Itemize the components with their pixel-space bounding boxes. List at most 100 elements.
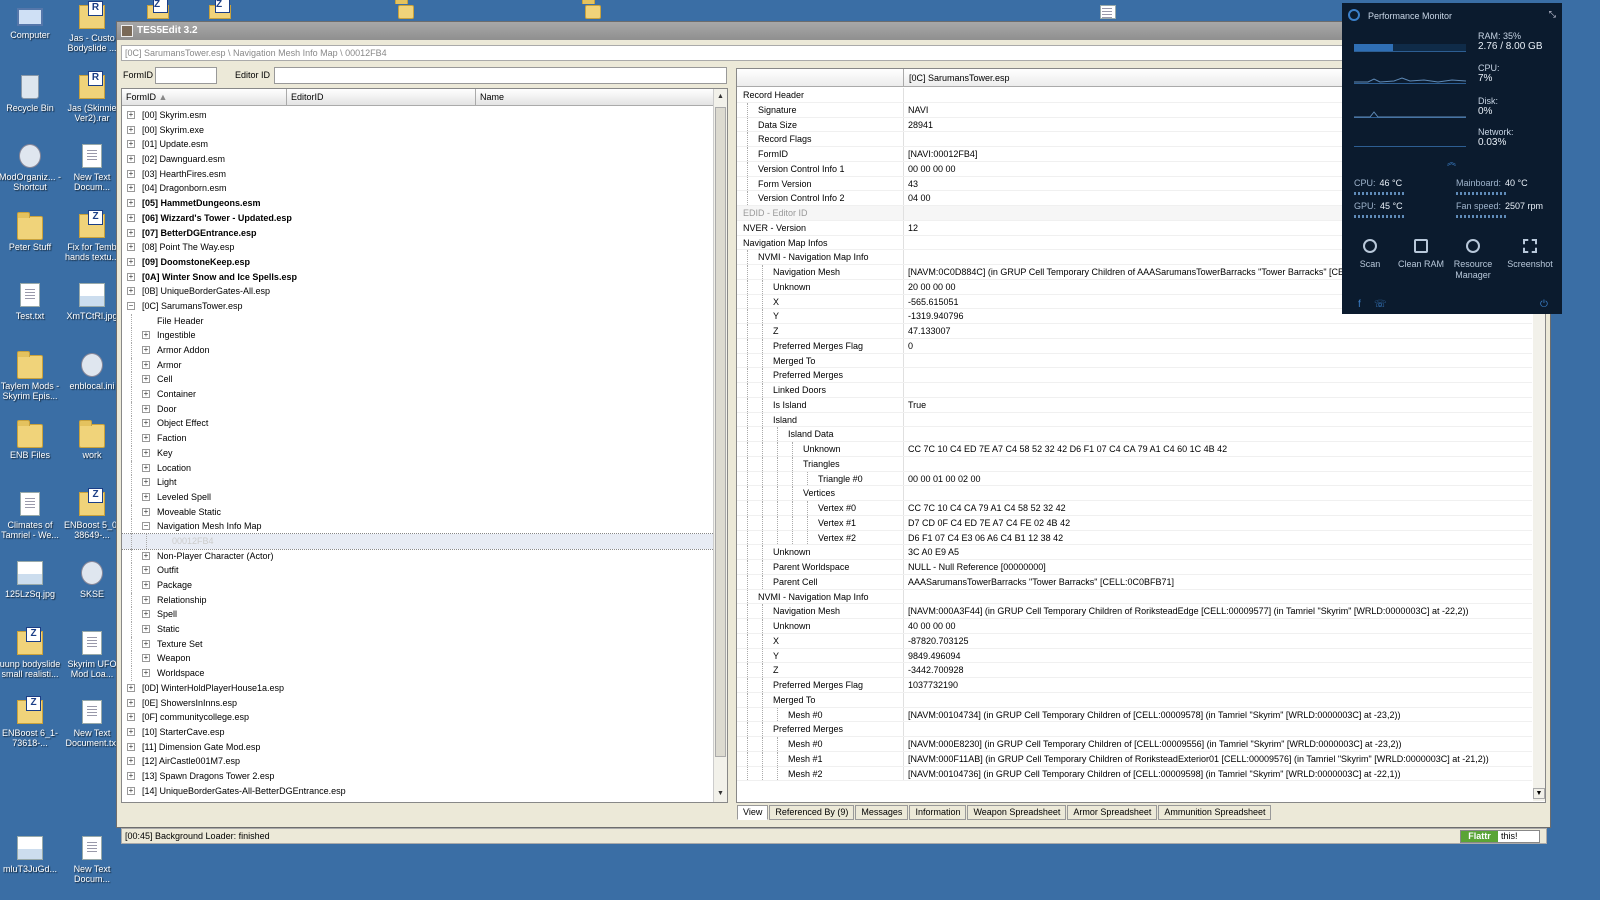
tree-node[interactable]: + Moveable Static bbox=[122, 504, 714, 520]
tree-node[interactable]: + Location bbox=[122, 460, 714, 476]
tree-node[interactable]: − Navigation Mesh Info Map bbox=[122, 519, 714, 534]
desktop-icon[interactable]: 125LzSq.jpg bbox=[0, 561, 62, 599]
expand-icon[interactable]: + bbox=[142, 375, 150, 384]
expand-icon[interactable]: + bbox=[142, 610, 150, 619]
record-row[interactable]: Navigation Mesh [NAVM:000A3F44] (in GRUP … bbox=[737, 604, 1532, 619]
tree-node[interactable]: + Leveled Spell bbox=[122, 489, 714, 505]
record-row[interactable]: Mesh #1 [NAVM:000F11AB] (in GRUP Cell Tem… bbox=[737, 751, 1532, 767]
record-row[interactable]: Y 9849.496094 bbox=[737, 648, 1532, 664]
desktop-icon[interactable]: ENB Files bbox=[0, 420, 62, 460]
expand-icon[interactable]: + bbox=[127, 228, 135, 237]
facebook-icon[interactable]: f bbox=[1358, 299, 1361, 310]
tree-node[interactable]: 00012FB4 bbox=[122, 532, 715, 550]
screenshot-button[interactable]: Screenshot bbox=[1504, 239, 1556, 270]
record-row[interactable]: Merged To bbox=[737, 353, 1532, 369]
tree-node[interactable]: + Package bbox=[122, 578, 714, 593]
desktop-icon[interactable]: enblocal.ini bbox=[60, 352, 124, 391]
expand-icon[interactable]: + bbox=[127, 757, 135, 766]
tree-node[interactable]: + [03] HearthFires.esm bbox=[122, 167, 714, 182]
record-row[interactable]: Unknown CC 7C 10 C4 ED 7E A7 C4 58 52 32 … bbox=[737, 442, 1532, 457]
desktop-icon[interactable]: Skyrim UFO Mod Loa... bbox=[60, 630, 124, 679]
tree-node[interactable]: File Header bbox=[122, 313, 714, 329]
expand-icon[interactable]: + bbox=[127, 683, 135, 692]
record-row[interactable]: Z -3442.700928 bbox=[737, 663, 1532, 678]
record-row[interactable]: Triangle #0 00 00 01 00 02 00 bbox=[737, 471, 1532, 487]
expand-icon[interactable]: + bbox=[142, 346, 150, 354]
tree-node[interactable]: + [0E] ShowersInInns.esp bbox=[122, 696, 714, 711]
desktop-icon[interactable]: work bbox=[60, 420, 124, 460]
record-row[interactable]: Mesh #2 [NAVM:00104736] (in GRUP Cell Tem… bbox=[737, 766, 1532, 782]
column-header-editorid[interactable]: EditorID bbox=[287, 89, 476, 106]
tree-node[interactable]: + Light bbox=[122, 475, 714, 490]
tree-node[interactable]: + Door bbox=[122, 401, 714, 417]
tree-node[interactable]: + [08] Point The Way.esp bbox=[122, 240, 714, 255]
desktop-icon[interactable]: Test.txt bbox=[0, 283, 62, 321]
tree-node[interactable]: + [12] AirCastle001M7.esp bbox=[122, 754, 714, 769]
tree-node[interactable]: + Ingestible bbox=[122, 328, 714, 343]
tab-weapon-spreadsheet[interactable]: Weapon Spreadsheet bbox=[967, 805, 1067, 820]
desktop-icon[interactable]: Jas (Skinnie Ver2).rar bbox=[60, 70, 124, 123]
desktop-icon[interactable]: ENBoost 5_0-38649-... bbox=[60, 487, 124, 540]
record-row[interactable]: Island Data bbox=[737, 427, 1532, 442]
expand-icon[interactable]: + bbox=[127, 199, 135, 208]
expand-icon[interactable]: + bbox=[142, 551, 150, 560]
record-row[interactable]: Unknown 40 00 00 00 bbox=[737, 619, 1532, 634]
record-row[interactable]: Z 47.133007 bbox=[737, 324, 1532, 339]
desktop-icon[interactable]: New Text Docum... bbox=[60, 836, 124, 884]
desktop-icon[interactable]: New Text Document.txt bbox=[60, 700, 124, 748]
tab-messages[interactable]: Messages bbox=[855, 805, 909, 820]
scroll-down-icon[interactable]: ▼ bbox=[715, 788, 726, 800]
expand-icon[interactable]: + bbox=[142, 390, 150, 399]
tree-node[interactable]: + [04] Dragonborn.esm bbox=[122, 181, 714, 196]
expand-icon[interactable]: + bbox=[142, 507, 150, 516]
expand-icon[interactable]: + bbox=[127, 184, 135, 193]
resource-manager-button[interactable]: Resource Manager bbox=[1447, 239, 1499, 281]
expand-icon[interactable]: + bbox=[142, 419, 150, 428]
desktop-icon[interactable]: Peter Stuff bbox=[0, 211, 62, 252]
desktop-icon[interactable]: New Text Docum... bbox=[60, 144, 124, 192]
tree-node[interactable]: + [13] Spawn Dragons Tower 2.esp bbox=[122, 769, 714, 784]
tab-referenced-by-9[interactable]: Referenced By (9) bbox=[769, 805, 855, 820]
record-row[interactable]: Vertex #2 D6 F1 07 C4 E3 06 A6 C4 B1 12 3… bbox=[737, 530, 1532, 546]
expand-icon[interactable]: + bbox=[142, 404, 150, 413]
desktop-icon[interactable]: uunp bodyslide small realisti... bbox=[0, 626, 62, 679]
desktop-icon[interactable]: ENBoost 6_1-73618-... bbox=[0, 696, 62, 748]
window-titlebar[interactable]: TES5Edit 3.2 bbox=[117, 22, 1550, 40]
desktop-icon[interactable]: mluT3JuGd... bbox=[0, 836, 62, 874]
tree-node[interactable]: + Worldspace bbox=[122, 666, 714, 681]
record-row[interactable]: Merged To bbox=[737, 692, 1532, 708]
expand-icon[interactable]: + bbox=[127, 698, 135, 707]
expand-icon[interactable]: + bbox=[142, 331, 150, 340]
expand-icon[interactable]: + bbox=[127, 140, 135, 149]
scroll-thumb[interactable] bbox=[715, 107, 726, 757]
tree-node[interactable]: + [07] BetterDGEntrance.esp bbox=[122, 226, 714, 241]
tree-node[interactable]: − [0C] SarumansTower.esp bbox=[122, 299, 714, 314]
desktop-top-doc-icon[interactable] bbox=[1098, 3, 1122, 20]
tab-armor-spreadsheet[interactable]: Armor Spreadsheet bbox=[1067, 805, 1158, 820]
tree-node[interactable]: + Weapon bbox=[122, 651, 714, 667]
record-row[interactable]: Vertex #0 CC 7C 10 C4 CA 79 A1 C4 58 52 3… bbox=[737, 501, 1532, 516]
expand-icon[interactable]: + bbox=[142, 669, 150, 678]
tree-node[interactable]: + Outfit bbox=[122, 563, 714, 578]
record-row[interactable]: Vertices bbox=[737, 486, 1532, 501]
tab-information[interactable]: Information bbox=[909, 805, 967, 820]
expand-icon[interactable]: + bbox=[142, 478, 150, 487]
tree-node[interactable]: + [00] Skyrim.exe bbox=[122, 123, 714, 138]
record-row[interactable]: Vertex #1 D7 CD 0F C4 ED 7E A7 C4 FE 02 4… bbox=[737, 515, 1532, 531]
expand-icon[interactable]: + bbox=[127, 771, 135, 780]
desktop-icon[interactable]: SKSE bbox=[60, 561, 124, 599]
record-row[interactable]: Unknown 3C A0 E9 A5 bbox=[737, 545, 1532, 560]
tree-node[interactable]: + Spell bbox=[122, 607, 714, 623]
desktop-top-folder-icon[interactable] bbox=[583, 3, 607, 20]
tree-node[interactable]: + [00] Skyrim.esm bbox=[122, 108, 714, 123]
expand-icon[interactable]: + bbox=[127, 155, 135, 164]
tree-node[interactable]: + Armor bbox=[122, 357, 714, 373]
tab-view[interactable]: View bbox=[737, 805, 769, 820]
collapse-icon[interactable]: − bbox=[142, 522, 150, 531]
tree-node[interactable]: + Faction bbox=[122, 431, 714, 446]
record-row[interactable]: Parent Cell AAASarumansTowerBarracks "Tow… bbox=[737, 574, 1532, 590]
collapse-icon[interactable]: − bbox=[127, 301, 135, 310]
tree-node[interactable]: + Texture Set bbox=[122, 636, 714, 652]
tree-node[interactable]: + Container bbox=[122, 387, 714, 402]
editorid-filter-input[interactable] bbox=[274, 67, 727, 84]
